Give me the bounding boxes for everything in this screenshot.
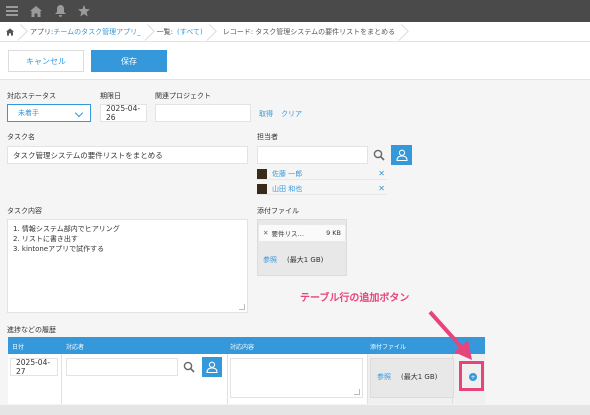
- due-date-label: 期限日: [100, 92, 121, 100]
- status-label: 対応ステータス: [7, 92, 56, 100]
- status-select[interactable]: 未着手: [7, 104, 91, 122]
- attachment-browse-link[interactable]: 参照: [263, 255, 277, 265]
- assignee-user-row: 佐藤 一郎 ✕: [257, 168, 387, 180]
- assignee-user-name[interactable]: 山田 和也: [272, 184, 302, 194]
- avatar: [257, 168, 267, 179]
- resize-handle[interactable]: [354, 389, 360, 395]
- assignee-user-name[interactable]: 佐藤 一郎: [272, 169, 302, 179]
- assignee-user-row: 山田 和也 ✕: [257, 183, 387, 195]
- column-header-date: 日付: [12, 344, 25, 351]
- assignee-label: 担当者: [257, 133, 278, 141]
- history-browse-link[interactable]: 参照: [377, 372, 391, 382]
- history-label: 進捗などの履歴: [7, 326, 56, 334]
- breadcrumb-record-label: レコード: タスク管理システムの要件リストをまとめる: [222, 27, 396, 36]
- task-name-input[interactable]: タスク管理システムの要件リストをまとめる: [7, 146, 248, 164]
- file-name[interactable]: 要件リス…: [271, 228, 304, 238]
- bottom-bar: [0, 405, 590, 415]
- assignee-search-input[interactable]: [257, 146, 368, 164]
- menu-icon[interactable]: [4, 3, 20, 19]
- bell-icon[interactable]: [52, 3, 68, 19]
- user-icon: [395, 149, 408, 161]
- task-content-line: 1. 情報システム部内でヒアリング: [13, 225, 120, 233]
- task-name-label: タスク名: [7, 133, 35, 141]
- column-header-attachment: 添付ファイル: [370, 344, 407, 351]
- column-header-assignee: 対応者: [66, 344, 85, 351]
- history-max-size: (最大1 GB): [401, 373, 438, 381]
- chevron-down-icon: [74, 108, 84, 118]
- history-assignee-input[interactable]: [66, 358, 178, 376]
- breadcrumb-app-prefix: アプリ:: [30, 27, 54, 36]
- home-icon[interactable]: [28, 3, 44, 19]
- breadcrumb-record: レコード: タスク管理システムの要件リストをまとめる: [213, 22, 405, 42]
- breadcrumb-list[interactable]: 一覧: (すべて): [151, 22, 213, 42]
- attached-file: ✕ 要件リス… 9 KB: [259, 225, 345, 241]
- breadcrumb-list-prefix: 一覧:: [156, 27, 174, 36]
- close-icon[interactable]: ✕: [378, 184, 385, 193]
- attachment-max-size: (最大1 GB): [287, 256, 324, 264]
- record-toolbar: [0, 42, 590, 80]
- user-select-button[interactable]: [202, 357, 222, 377]
- annotation-arrow-icon: [428, 310, 472, 360]
- due-date-input[interactable]: 2025-04-26: [100, 104, 147, 122]
- breadcrumb: アプリ: チームのタスク管理アプリ_ 一覧: (すべて) レコード: タスク管理…: [0, 22, 590, 42]
- star-icon[interactable]: [76, 3, 92, 19]
- attachment-label: 添付ファイル: [257, 207, 299, 215]
- task-content-textarea[interactable]: 1. 情報システム部内でヒアリング 2. リストに書き出す 3. kintone…: [7, 219, 248, 313]
- related-project-input[interactable]: [155, 104, 251, 122]
- breadcrumb-list-link[interactable]: (すべて): [177, 27, 203, 37]
- search-icon[interactable]: [180, 358, 198, 376]
- save-button[interactable]: 保存: [91, 50, 167, 72]
- file-size: 9 KB: [326, 229, 341, 237]
- add-row-button[interactable]: +: [469, 373, 477, 381]
- top-bar: [0, 0, 590, 22]
- user-icon: [206, 361, 218, 373]
- user-select-button[interactable]: [391, 145, 412, 165]
- history-table-header: 日付 対応者 対応内容 添付ファイル: [8, 337, 485, 354]
- close-icon[interactable]: ✕: [378, 169, 385, 178]
- task-content-label: タスク内容: [7, 207, 42, 215]
- breadcrumb-app[interactable]: アプリ: チームのタスク管理アプリ_: [24, 22, 151, 42]
- fetch-link[interactable]: 取得: [259, 109, 273, 119]
- annotation-label: テーブル行の追加ボタン: [300, 293, 410, 304]
- status-value: 未着手: [18, 109, 39, 117]
- related-project-label: 関連プロジェクト: [155, 92, 211, 100]
- clear-link[interactable]: クリア: [281, 109, 302, 119]
- history-content-textarea[interactable]: [230, 358, 363, 398]
- cancel-button[interactable]: キャンセル: [8, 50, 84, 72]
- column-header-content: 対応内容: [230, 344, 255, 351]
- task-content-line: 2. リストに書き出す: [13, 235, 78, 243]
- home-icon: [6, 27, 14, 36]
- resize-handle[interactable]: [239, 304, 245, 310]
- breadcrumb-home[interactable]: [0, 22, 24, 42]
- close-icon[interactable]: ✕: [263, 229, 268, 237]
- search-icon[interactable]: [370, 146, 388, 164]
- avatar: [257, 183, 267, 194]
- history-date-input[interactable]: 2025-04-27: [10, 358, 58, 376]
- breadcrumb-app-link[interactable]: チームのタスク管理アプリ_: [53, 27, 140, 37]
- task-content-line: 3. kintoneアプリで試作する: [13, 245, 105, 253]
